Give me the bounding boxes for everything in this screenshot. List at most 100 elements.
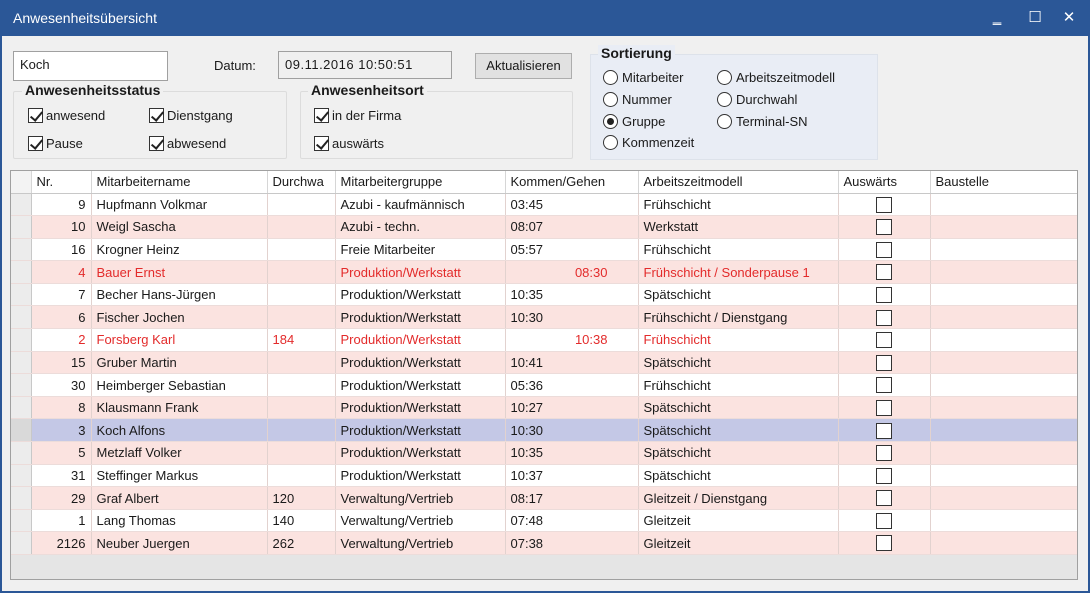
row-selector[interactable] (11, 418, 32, 443)
checkbox-anwesend[interactable]: anwesend (28, 108, 105, 124)
radio-terminal-sn-circle[interactable] (717, 114, 732, 129)
close-icon[interactable]: ✕ (1052, 4, 1086, 32)
auswaerts-checkbox[interactable] (876, 354, 892, 371)
table-row[interactable]: 3 Koch Alfons Produktion/Werkstatt 10:30 Spä… (11, 418, 1077, 443)
cell-mitarbeitergruppe: Produktion/Werkstatt (335, 351, 506, 375)
auswaerts-checkbox[interactable] (876, 467, 892, 484)
cell-durchwahl (267, 238, 336, 262)
radio-arbeitszeitmodell[interactable]: Arbeitszeitmodell (717, 70, 835, 86)
cell-mitarbeitername: Weigl Sascha (91, 215, 268, 239)
row-selector[interactable] (11, 238, 32, 262)
column-header-baustelle[interactable]: Baustelle (930, 171, 1077, 194)
radio-durchwahl[interactable]: Durchwahl (717, 92, 797, 108)
auswaerts-checkbox[interactable] (876, 241, 892, 258)
table-row[interactable]: 29 Graf Albert 120 Verwaltung/Vertrieb 08:17… (11, 486, 1077, 510)
radio-arbeitszeitmodell-circle[interactable] (717, 70, 732, 85)
row-selector[interactable] (11, 486, 32, 510)
checkbox-dienstgang[interactable]: Dienstgang (149, 108, 233, 124)
radio-durchwahl-circle[interactable] (717, 92, 732, 107)
checkbox-pause[interactable]: Pause (28, 136, 83, 152)
auswaerts-checkbox[interactable] (876, 219, 892, 236)
table-row[interactable]: 5 Metzlaff Volker Produktion/Werkstatt 10:3… (11, 441, 1077, 465)
table-row[interactable]: 31 Steffinger Markus Produktion/Werkstatt 1… (11, 464, 1077, 488)
row-selector[interactable] (11, 509, 32, 533)
auswaerts-checkbox[interactable] (876, 309, 892, 326)
attendance-grid[interactable]: Nr. Mitarbeitername Durchwa Mitarbeiterg… (10, 170, 1078, 580)
table-row[interactable]: 15 Gruber Martin Produktion/Werkstatt 10:41… (11, 351, 1077, 375)
checkbox-abwesend-label: abwesend (167, 136, 227, 151)
table-row[interactable]: 30 Heimberger Sebastian Produktion/Werksta… (11, 373, 1077, 397)
row-selector[interactable] (11, 305, 32, 330)
row-selector[interactable] (11, 260, 32, 284)
auswaerts-checkbox[interactable] (876, 264, 892, 281)
radio-gruppe-circle[interactable] (603, 114, 618, 129)
radio-mitarbeiter[interactable]: Mitarbeiter (603, 70, 683, 86)
auswaerts-checkbox[interactable] (876, 445, 892, 462)
auswaerts-checkbox[interactable] (876, 422, 892, 439)
cell-durchwahl: 120 (267, 486, 336, 510)
checkbox-abwesend-box[interactable] (149, 136, 164, 151)
radio-nummer[interactable]: Nummer (603, 92, 672, 108)
checkbox-in-der-firma-box[interactable] (314, 108, 329, 123)
table-row[interactable]: 7 Becher Hans-Jürgen Produktion/Werkstatt 1… (11, 283, 1077, 307)
radio-mitarbeiter-circle[interactable] (603, 70, 618, 85)
column-header-mitarbeitername[interactable]: Mitarbeitername (91, 171, 268, 194)
radio-arbeitszeitmodell-label: Arbeitszeitmodell (736, 70, 835, 85)
auswaerts-checkbox[interactable] (876, 377, 892, 394)
table-row[interactable]: 4 Bauer Ernst Produktion/Werkstatt 08:30 Frü… (11, 260, 1077, 284)
cell-mitarbeitergruppe: Produktion/Werkstatt (335, 441, 506, 465)
table-row[interactable]: 10 Weigl Sascha Azubi - techn. 08:07 Werksta… (11, 215, 1077, 239)
table-row[interactable]: 1 Lang Thomas 140 Verwaltung/Vertrieb 07:48 G… (11, 509, 1077, 533)
row-selector[interactable] (11, 396, 32, 420)
table-row[interactable]: 2 Forsberg Karl 184 Produktion/Werkstatt 10:… (11, 328, 1077, 352)
table-row[interactable]: 6 Fischer Jochen Produktion/Werkstatt 10:30… (11, 305, 1077, 330)
row-selector[interactable] (11, 441, 32, 465)
column-header-kommen-gehen[interactable]: Kommen/Gehen (505, 171, 639, 194)
column-header-nr[interactable]: Nr. (31, 171, 92, 194)
cell-durchwahl (267, 283, 336, 307)
radio-gruppe[interactable]: Gruppe (603, 114, 665, 130)
auswaerts-checkbox[interactable] (876, 490, 892, 507)
column-header-durchwahl[interactable]: Durchwa (267, 171, 336, 194)
column-header-auswaerts[interactable]: Auswärts (838, 171, 931, 194)
checkbox-pause-box[interactable] (28, 136, 43, 151)
auswaerts-checkbox[interactable] (876, 332, 892, 349)
row-selector[interactable] (11, 193, 32, 217)
search-input[interactable]: Koch (13, 51, 168, 81)
table-row[interactable]: 8 Klausmann Frank Produktion/Werkstatt 10:2… (11, 396, 1077, 420)
checkbox-auswaerts-box[interactable] (314, 136, 329, 151)
auswaerts-checkbox[interactable] (876, 535, 892, 552)
row-selector[interactable] (11, 328, 32, 352)
checkbox-dienstgang-box[interactable] (149, 108, 164, 123)
cell-baustelle (930, 531, 1077, 555)
auswaerts-checkbox[interactable] (876, 399, 892, 416)
cell-nr: 29 (31, 486, 92, 510)
auswaerts-checkbox[interactable] (876, 512, 892, 529)
row-selector[interactable] (11, 215, 32, 239)
radio-nummer-circle[interactable] (603, 92, 618, 107)
table-row[interactable]: 9 Hupfmann Volkmar Azubi - kaufmännisch 03:… (11, 193, 1077, 217)
auswaerts-checkbox[interactable] (876, 286, 892, 303)
refresh-button[interactable]: Aktualisieren (475, 53, 572, 79)
row-selector[interactable] (11, 531, 32, 555)
minimize-icon[interactable]: ‗ (980, 4, 1014, 32)
checkbox-in-der-firma[interactable]: in der Firma (314, 108, 401, 124)
table-row[interactable]: 2126 Neuber Juergen 262 Verwaltung/Vertrieb… (11, 531, 1077, 555)
checkbox-auswaerts[interactable]: auswärts (314, 136, 384, 152)
maximize-icon[interactable]: ☐ (1018, 4, 1052, 32)
row-selector[interactable] (11, 464, 32, 488)
cell-durchwahl (267, 351, 336, 375)
radio-kommenzeit[interactable]: Kommenzeit (603, 135, 694, 151)
radio-terminal-sn[interactable]: Terminal-SN (717, 114, 808, 130)
checkbox-anwesend-box[interactable] (28, 108, 43, 123)
column-header-mitarbeitergruppe[interactable]: Mitarbeitergruppe (335, 171, 506, 194)
row-selector[interactable] (11, 351, 32, 375)
auswaerts-checkbox[interactable] (876, 196, 892, 213)
radio-kommenzeit-circle[interactable] (603, 135, 618, 150)
checkbox-abwesend[interactable]: abwesend (149, 136, 226, 152)
cell-arbeitszeitmodell: Gleitzeit (638, 509, 839, 533)
table-row[interactable]: 16 Krogner Heinz Freie Mitarbeiter 05:57 Frü… (11, 238, 1077, 262)
row-selector[interactable] (11, 373, 32, 397)
column-header-arbeitszeitmodell[interactable]: Arbeitszeitmodell (638, 171, 839, 194)
row-selector[interactable] (11, 283, 32, 307)
